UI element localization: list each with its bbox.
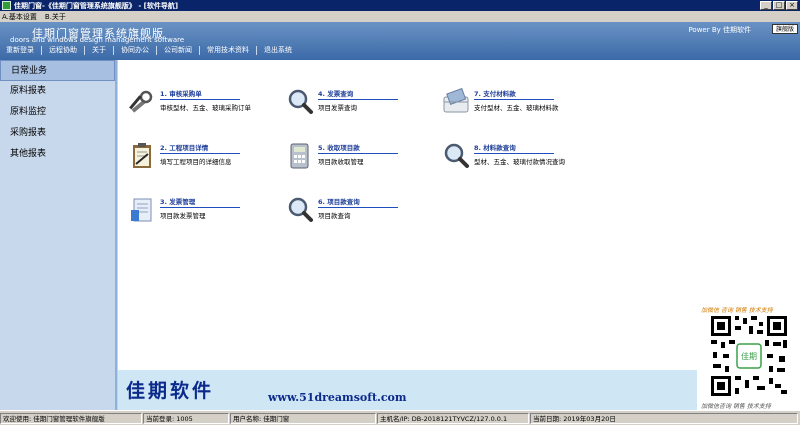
qr-caption-top: 加微信 咨询 销售 技术支持 [701, 307, 773, 314]
menu-basic-settings[interactable]: A.基本设置 [2, 12, 37, 22]
app-header: 佳期门窗管理系统旗舰版 doors and windows design man… [0, 22, 800, 60]
clipboard-icon [133, 143, 151, 168]
tile-invoice-manage[interactable]: 3. 发票管理 项目款发票管理 [128, 196, 240, 224]
sidebar-item-material-report[interactable]: 原料报表 [0, 81, 115, 102]
nav-office[interactable]: 协同办公 [121, 45, 149, 55]
tile-title: 3. 发票管理 [160, 198, 196, 206]
tile-desc: 项目发票查询 [318, 104, 357, 112]
menu-bar: A.基本设置 B.关于 [0, 11, 800, 22]
tile-desc: 支付型材、五金、玻璃材料款 [474, 104, 559, 112]
tile-desc: 项目款收取管理 [318, 158, 364, 166]
tile-underline [318, 99, 398, 100]
qr-caption-bottom: 加微信咨询 销售 技术支持 [701, 403, 771, 410]
edition-badge: 旗舰版 [771, 24, 798, 34]
tile-pay-material[interactable]: 7. 支付材料款 支付型材、五金、玻璃材料款 [442, 88, 559, 116]
tile-underline [160, 99, 240, 100]
sidebar: 日常业务 原料报表 原料监控 采购报表 其他报表 [0, 60, 117, 410]
magnifier-icon [288, 89, 313, 114]
nav-divider [199, 45, 200, 55]
sidebar-item-other-report[interactable]: 其他报表 [0, 144, 115, 165]
nav-divider [113, 45, 114, 55]
tile-invoice-query[interactable]: 4. 发票查询 项目发票查询 [286, 88, 398, 116]
tile-title: 7. 支付材料款 [474, 90, 516, 98]
tile-underline [160, 153, 240, 154]
tile-title: 6. 项目款查询 [318, 198, 360, 206]
status-date: 当前日期: 2019年03月20日 [530, 412, 798, 424]
nav-divider [84, 45, 85, 55]
maximize-button[interactable]: □ [773, 1, 785, 10]
title-bar: 佳期门窗-《佳期门窗管理系统旗舰版》 - [软件导航] _ □ × [0, 0, 800, 11]
status-bar: 欢迎使用: 佳期门窗管理软件旗舰版 当前登录: 1005 用户名称: 佳期门窗 … [0, 410, 800, 425]
nav-remote-assist[interactable]: 远程协助 [49, 45, 77, 55]
tile-title: 4. 发票查询 [318, 90, 354, 98]
magnifier-icon [444, 143, 469, 168]
tile-project-detail[interactable]: 2. 工程项目详情 填写工程项目的详细信息 [128, 142, 240, 170]
tile-desc: 审核型材、五金、玻璃采购订单 [160, 104, 251, 112]
sidebar-item-purchase-report[interactable]: 采购报表 [0, 123, 115, 144]
company-logo: 佳期软件 [126, 380, 215, 402]
document-icon [131, 198, 152, 222]
tile-underline [318, 207, 398, 208]
tile-underline [318, 153, 398, 154]
qr-badge-text: 佳期 [741, 351, 757, 361]
menu-about[interactable]: B.关于 [45, 12, 66, 22]
tools-icon [129, 90, 153, 113]
status-welcome: 欢迎使用: 佳期门窗管理软件旗舰版 [0, 412, 142, 424]
tile-desc: 填写工程项目的详细信息 [160, 158, 232, 166]
status-user: 用户名称: 佳期门窗 [230, 412, 376, 424]
close-button[interactable]: × [786, 1, 798, 10]
tile-title: 8. 材料款查询 [474, 144, 516, 152]
app-icon [2, 1, 11, 10]
tile-title: 2. 工程项目详情 [160, 144, 209, 152]
sidebar-item-material-monitor[interactable]: 原料监控 [0, 102, 115, 123]
tile-underline [474, 99, 554, 100]
nav-news[interactable]: 公司新闻 [164, 45, 192, 55]
minimize-button[interactable]: _ [760, 1, 772, 10]
nav-divider [256, 45, 257, 55]
status-host: 主机名/IP: DB-2018121TYVCZ/127.0.0.1 [377, 412, 529, 424]
window-title: 佳期门窗-《佳期门窗管理系统旗舰版》 - [软件导航] [14, 1, 179, 10]
calculator-icon [290, 143, 309, 169]
power-by-label: Power By 佳期软件 [688, 26, 751, 34]
top-nav: 重新登录 远程协助 关于 协同办公 公司新闻 常用技术资料 退出系统 [6, 45, 292, 55]
tile-collect-payment[interactable]: 5. 收取项目款 项目款收取管理 [286, 142, 398, 170]
card-icon [443, 88, 469, 113]
sidebar-item-daily[interactable]: 日常业务 [0, 60, 115, 81]
tile-payment-query[interactable]: 6. 项目款查询 项目款查询 [286, 196, 398, 224]
nav-divider [156, 45, 157, 55]
tile-title: 5. 收取项目款 [318, 144, 360, 152]
tile-title: 1. 审核采购单 [160, 90, 202, 98]
tile-review-purchase[interactable]: 1. 审核采购单 审核型材、五金、玻璃采购订单 [128, 88, 251, 116]
qr-code-icon: 佳期 [709, 314, 789, 398]
nav-divider [41, 45, 42, 55]
nav-tech-docs[interactable]: 常用技术资料 [207, 45, 249, 55]
tile-material-payment-query[interactable]: 8. 材料款查询 型材、五金、玻璃付款情况查询 [442, 142, 565, 170]
tile-underline [474, 153, 554, 154]
tile-desc: 项目款查询 [318, 212, 351, 220]
company-url[interactable]: www.51dreamsoft.com [268, 391, 407, 404]
tile-underline [160, 207, 240, 208]
brand-subtitle: doors and windows design management soft… [10, 36, 185, 44]
nav-about[interactable]: 关于 [92, 45, 106, 55]
wechat-qr-panel: 加微信 咨询 销售 技术支持 佳期 加微信咨询 销售 技术支持 [697, 303, 800, 410]
nav-exit[interactable]: 退出系统 [264, 45, 292, 55]
tile-desc: 型材、五金、玻璃付款情况查询 [474, 158, 565, 166]
tile-desc: 项目款发票管理 [160, 212, 206, 220]
nav-relogin[interactable]: 重新登录 [6, 45, 34, 55]
magnifier-icon [288, 197, 313, 222]
status-login: 当前登录: 1005 [143, 412, 229, 424]
